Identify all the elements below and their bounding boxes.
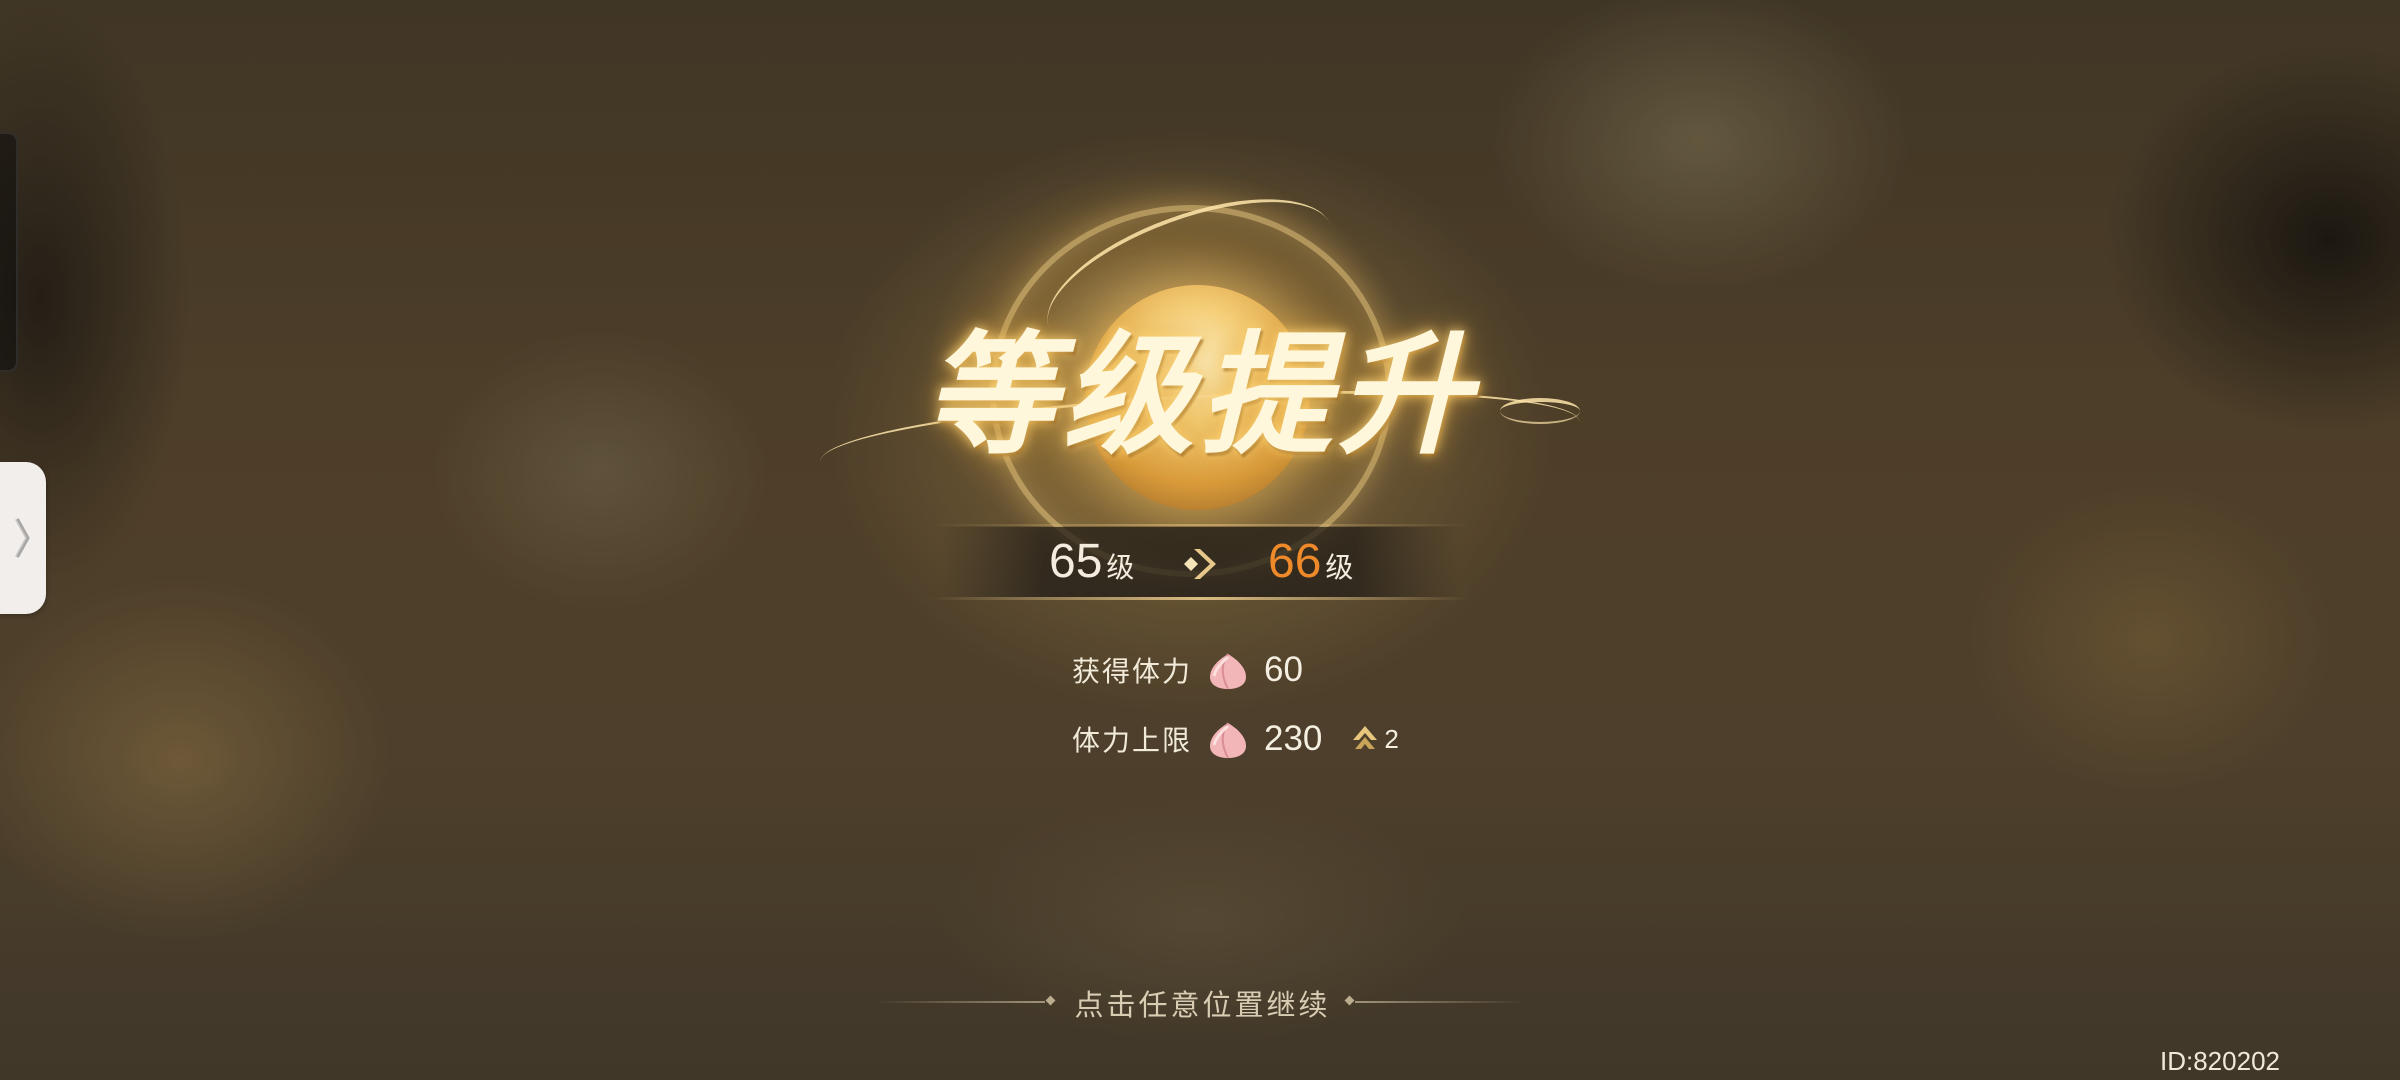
peach-icon [1210,722,1246,759]
reward-row-stamina-gained: 获得体力 60 [1072,645,1303,695]
band-divider-bottom [930,597,1470,600]
reward-value: 60 [1264,650,1303,689]
tap-to-continue-hint: 点击任意位置继续 [1074,988,1331,1022]
new-level-value: 66 [1268,535,1322,588]
reward-label: 体力上限 [1072,724,1193,757]
new-level: 66 级 [1268,532,1353,592]
band-divider-top [930,524,1470,526]
reward-row-stamina-limit: 体力上限 230 2 [1072,714,1399,764]
player-id-label: ID:820202 [2160,1046,2280,1076]
up-arrow-icon [1353,726,1378,749]
previous-level-unit: 级 [1106,551,1135,584]
level-up-title: 等级提升 [924,318,1476,473]
reward-label: 获得体力 [1072,655,1193,688]
reward-increase-value: 2 [1384,723,1399,754]
level-up-screen[interactable]: 等级提升 65 级 66 级 获得体力 60 体力上限 230 2 点击任意位置… [0,0,2400,1080]
swirl-stroke [1500,398,1580,424]
side-panel-edge [0,132,18,372]
side-expand-tab[interactable] [0,462,46,614]
reward-value: 230 [1264,719,1323,758]
chevron-right-icon [15,518,30,558]
new-level-unit: 级 [1325,551,1354,584]
previous-level-value: 65 [1049,535,1103,588]
hint-divider-right [1355,1001,1525,1003]
peach-icon [1210,653,1246,690]
previous-level: 65 级 [1049,532,1134,592]
level-arrow-icon [1184,549,1216,579]
hint-divider-left [875,1001,1045,1003]
